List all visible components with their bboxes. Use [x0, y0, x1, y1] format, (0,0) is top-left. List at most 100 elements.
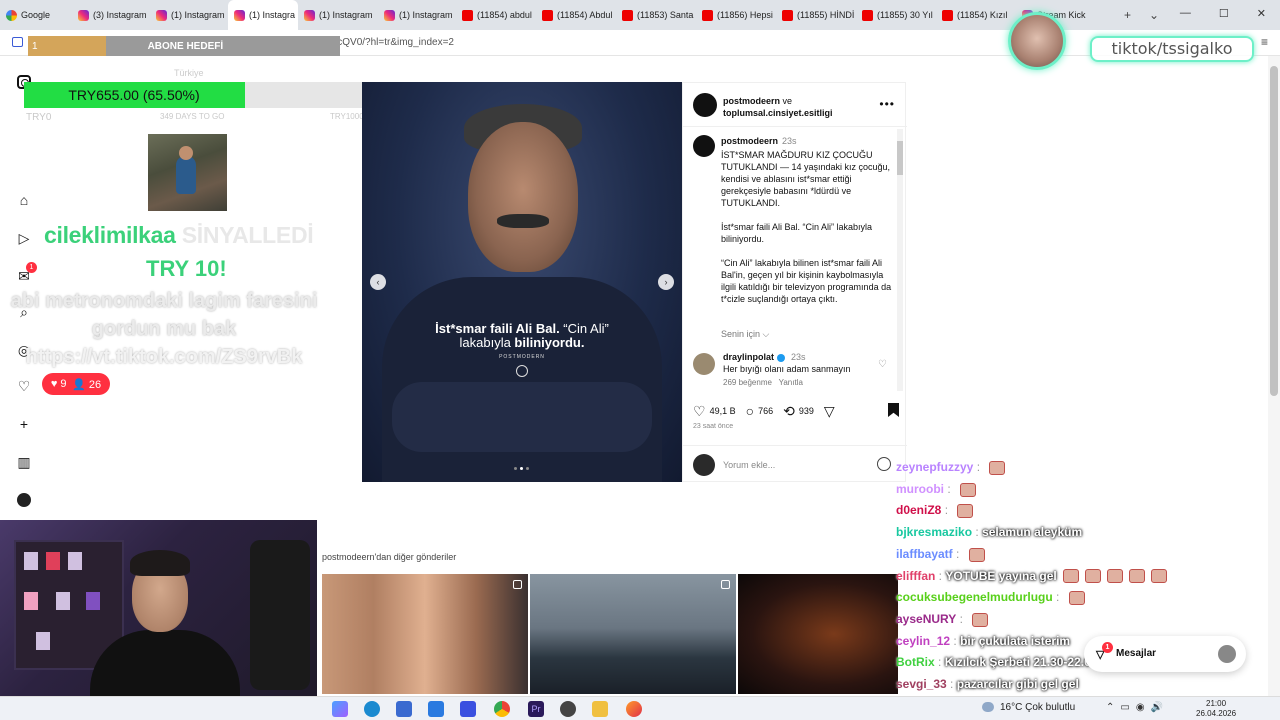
firefox-icon[interactable]: [626, 701, 642, 717]
instagram-icon: [304, 9, 315, 21]
image-pager: [514, 467, 529, 470]
chat-username[interactable]: cocuksubegenelmudurlugu: [896, 590, 1053, 604]
chrome-icon[interactable]: [494, 701, 510, 717]
author-avatar[interactable]: [693, 93, 717, 117]
messages-icon[interactable]: ✉ 1: [16, 262, 37, 284]
browser-tab[interactable]: (11854) Abdul: [536, 0, 616, 30]
post-thumbnail[interactable]: [322, 574, 528, 694]
chat-username[interactable]: sevgi_33: [896, 677, 947, 691]
browser-menu-icon[interactable]: ≡: [1261, 35, 1268, 49]
edge-icon[interactable]: [364, 701, 380, 717]
and-text: ve: [780, 96, 793, 106]
commenter-name[interactable]: draylinpolat: [723, 352, 774, 362]
chat-message: zeynepfuzzyy :: [896, 460, 1006, 475]
weather-widget[interactable]: 16°C Çok bulutlu: [982, 702, 1075, 713]
taskbar-clock[interactable]: 21:00 26.04.2026: [1196, 699, 1236, 719]
share-button[interactable]: ▽: [824, 403, 839, 420]
tab-label: (11855) 30 Yıl: [877, 10, 933, 20]
browser-tab[interactable]: (11855) 30 Yıl: [856, 0, 936, 30]
explorer-icon[interactable]: [592, 701, 608, 717]
dashboard-icon[interactable]: ▥: [16, 454, 32, 470]
tab-label: (1) Instagra: [249, 10, 296, 20]
instagram-icon: [156, 9, 167, 21]
notifications-icon[interactable]: ♡: [16, 378, 32, 394]
copilot-icon[interactable]: [332, 701, 348, 717]
caption-avatar[interactable]: [693, 135, 715, 157]
close-window-button[interactable]: ✕: [1257, 7, 1266, 20]
chat-username[interactable]: zeynepfuzzyy: [896, 460, 973, 474]
browser-tab[interactable]: (11854) Kızıl: [936, 0, 1016, 30]
caption-scrollbar[interactable]: [897, 129, 903, 391]
more-posts-label[interactable]: postmodeern'dan diğer gönderiler: [322, 552, 456, 562]
commenter-avatar[interactable]: [693, 353, 715, 375]
repost-button[interactable]: ⟲ 939: [783, 403, 814, 420]
browser-tab[interactable]: (11855) HİNDİ: [776, 0, 856, 30]
comment-button[interactable]: ○ 766: [746, 403, 774, 419]
translation-toggle[interactable]: Senin için ⌵: [721, 329, 769, 340]
chat-username[interactable]: bjkresmaziko: [896, 525, 972, 539]
prev-image-button[interactable]: ‹: [370, 274, 386, 290]
browser-tab[interactable]: (1) Instagram: [150, 0, 228, 30]
mail-icon[interactable]: [428, 701, 444, 717]
donation-goal: Türkiye TRY655.00 (65.50%) TRY0 349 DAYS…: [24, 68, 364, 124]
browser-tab[interactable]: (1) Instagra✕: [228, 0, 298, 30]
more-options-icon[interactable]: •••: [879, 97, 895, 111]
like-button[interactable]: ♡ 49,1 B: [693, 403, 736, 420]
chat-username[interactable]: ceylin_12: [896, 634, 950, 648]
likes-counter: ♥ 9: [50, 378, 67, 390]
store-icon[interactable]: [396, 701, 412, 717]
browser-tab[interactable]: (11856) Hepsi: [696, 0, 776, 30]
chat-username[interactable]: elifffan: [896, 569, 935, 583]
post-thumbnail[interactable]: [530, 574, 736, 694]
emoji-icon[interactable]: [877, 457, 891, 471]
user-avatar: [693, 454, 715, 476]
chat-username[interactable]: ayseNURY: [896, 612, 956, 626]
reply-link[interactable]: Yanıtla: [779, 378, 803, 387]
comment-input[interactable]: Yorum ekle...: [723, 460, 775, 470]
minimize-button[interactable]: —: [1180, 7, 1191, 20]
browser-tab[interactable]: (11854) abdul: [456, 0, 536, 30]
chat-username[interactable]: muroobi: [896, 482, 944, 496]
chat-emote-icon: [1084, 569, 1101, 584]
maximize-button[interactable]: ☐: [1219, 7, 1229, 20]
system-tray[interactable]: ⌃▭◉🔊: [1106, 702, 1169, 713]
browser-tab[interactable]: Google: [0, 0, 72, 30]
bookmark-icon[interactable]: [888, 403, 899, 417]
alert-image: [148, 134, 227, 211]
browser-tab[interactable]: (3) Instagram: [72, 0, 150, 30]
post-image[interactable]: İst*smar faili Ali Bal. “Cin Ali” lakabı…: [362, 82, 682, 482]
messages-widget[interactable]: ▽ 1 Mesajlar: [1084, 636, 1246, 672]
notification-counter[interactable]: ♥ 9 👤 26: [42, 373, 110, 395]
collaborator-name[interactable]: toplumsal.cinsiyet.esitligi: [723, 108, 833, 118]
tiktok-handle: tiktok/tssigalko: [1090, 36, 1254, 62]
next-image-button[interactable]: ›: [658, 274, 674, 290]
chat-username[interactable]: d0eniZ8: [896, 503, 941, 517]
create-icon[interactable]: +: [16, 416, 32, 432]
browser-tab[interactable]: (11853) Santa: [616, 0, 696, 30]
tab-label: (11856) Hepsi: [717, 10, 773, 20]
new-tab-button[interactable]: +: [1124, 8, 1131, 22]
comment-likes[interactable]: 269 beğenme: [723, 378, 772, 387]
profile-avatar[interactable]: [16, 492, 32, 508]
chat-username[interactable]: ilaffbayatf: [896, 547, 953, 561]
youtube-icon: [542, 9, 553, 21]
tab-list-button[interactable]: ⌄: [1149, 8, 1159, 22]
author-name[interactable]: postmodeern: [723, 96, 780, 106]
reels-icon[interactable]: ▷: [16, 230, 32, 246]
alert-amount: TRY 10!: [146, 256, 227, 281]
youtube-icon: [462, 9, 473, 21]
chat-username[interactable]: BotRix: [896, 655, 935, 669]
home-icon[interactable]: ⌂: [16, 192, 32, 208]
chat-message: d0eniZ8 :: [896, 503, 974, 519]
browser-tab[interactable]: (1) Instagram: [298, 0, 378, 30]
caption-author[interactable]: postmodeern: [721, 136, 778, 146]
chat-emote-icon: [1068, 591, 1085, 606]
browser-tab[interactable]: (1) Instagram: [378, 0, 456, 30]
comment-like-icon[interactable]: ♡: [878, 359, 887, 371]
post-thumbnail[interactable]: [738, 574, 898, 694]
obs-icon[interactable]: [560, 701, 576, 717]
window-icon[interactable]: [12, 37, 23, 47]
chat-emote-icon: [960, 482, 977, 497]
premiere-icon[interactable]: Pr: [528, 701, 544, 717]
app-icon[interactable]: [460, 701, 476, 717]
